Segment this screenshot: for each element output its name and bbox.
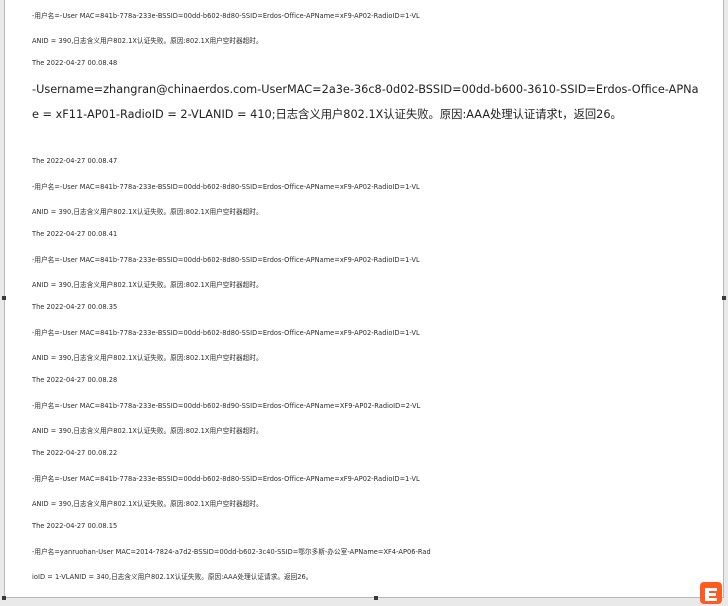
logo-icon [700, 582, 722, 604]
log-line: The 2022-04-27 00.08.35 [32, 303, 118, 311]
log-line: The 2022-04-27 00.08.22 [32, 449, 118, 457]
log-line: The 2022-04-27 00.08.15 [32, 522, 118, 530]
log-line: ANID = 390,日志含义用户802.1X认证失败。原因:802.1X用户空… [32, 37, 263, 45]
highlight-line: -Username=zhangran@chinaerdos.com-UserMA… [32, 83, 699, 96]
resize-handle-right[interactable] [722, 296, 726, 300]
log-line: -用户名=-User MAC=841b-778a-233e-BSSID=00dd… [32, 183, 420, 191]
log-line: -用户名=-User MAC=841b-778a-233e-BSSID=00dd… [32, 12, 420, 20]
log-line: -用户名=-User MAC=841b-778a-233e-BSSID=00dd… [32, 402, 421, 410]
resize-handle-bottom[interactable] [374, 596, 378, 600]
document-viewport[interactable]: -用户名=-User MAC=841b-778a-233e-BSSID=00dd… [0, 0, 728, 606]
log-line: ANID = 390,日志含义用户802.1X认证失败。原因:802.1X用户空… [32, 500, 263, 508]
resize-handle-bottom-left[interactable] [2, 596, 6, 600]
log-line: ioID = 1-VLANID = 340,日志含义用户802.1X认证失败。原… [32, 573, 313, 581]
log-line: ANID = 390,日志含义用户802.1X认证失败。原因:802.1X用户空… [32, 208, 263, 216]
document-page: -用户名=-User MAC=841b-778a-233e-BSSID=00dd… [4, 0, 724, 598]
log-line: -用户名=-User MAC=841b-778a-233e-BSSID=00dd… [32, 475, 420, 483]
log-line: -用户名=-User MAC=841b-778a-233e-BSSID=00dd… [32, 256, 420, 264]
log-line: -用户名=yanruohan-User MAC=2014-7824-a7d2-B… [32, 548, 431, 556]
resize-handle-left[interactable] [2, 296, 6, 300]
log-line: ANID = 390,日志含义用户802.1X认证失败。原因:802.1X用户空… [32, 281, 263, 289]
log-line: ANID = 390,日志含义用户802.1X认证失败。原因:802.1X用户空… [32, 354, 263, 362]
log-line: The 2022-04-27 00.08.47 [32, 157, 118, 165]
log-line: ANID = 390,日志含义用户802.1X认证失败。原因:802.1X用户空… [32, 427, 263, 435]
log-line: The 2022-04-27 00.08.41 [32, 230, 118, 238]
log-line: -用户名=-User MAC=841b-778a-233e-BSSID=00dd… [32, 329, 420, 337]
highlight-line: e = xF11-AP01-RadioID = 2-VLANID = 410;日… [32, 108, 622, 121]
log-line: The 2022-04-27 00.08.48 [32, 59, 118, 67]
log-line: The 2022-04-27 00.08.28 [32, 376, 118, 384]
